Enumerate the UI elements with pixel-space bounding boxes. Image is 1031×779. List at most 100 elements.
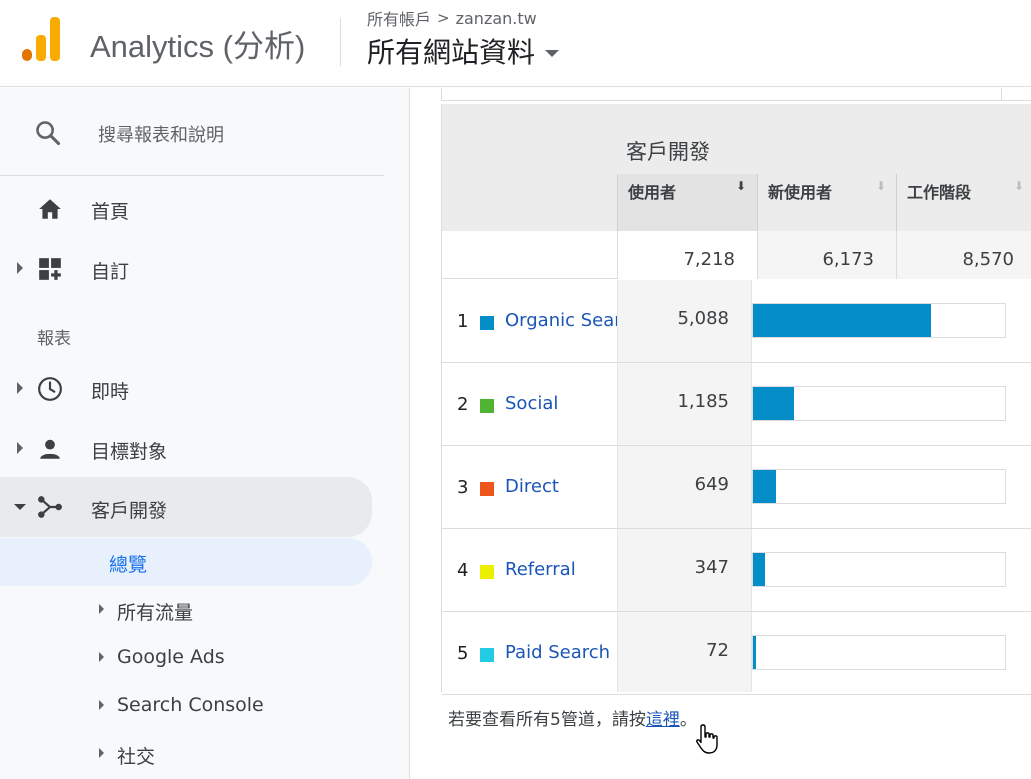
- legend-swatch: [480, 648, 494, 662]
- search-box[interactable]: 搜尋報表和說明: [0, 88, 384, 176]
- header-divider: [340, 18, 341, 66]
- total-users-cell: 7,218: [617, 231, 757, 279]
- sidebar-item-label: 首頁: [91, 201, 130, 223]
- sidebar-item-label: 即時: [91, 381, 130, 403]
- row-rank: 5: [457, 643, 469, 664]
- dashboard-add-icon: [39, 258, 61, 280]
- column-header-sessions[interactable]: 工作階段 ⬇: [896, 174, 1031, 231]
- sidebar: 搜尋報表和說明 首頁 自訂 報表 即時 目標對象 客戶開發 總覽 所有流量 Go…: [0, 88, 410, 779]
- table-row: 1 Organic Search 5,088: [442, 280, 1031, 363]
- table-header: 客戶開發 使用者 ⬇ 新使用者 ⬇ 工作階段 ⬇: [442, 104, 1031, 231]
- sort-desc-icon[interactable]: ⬇: [736, 179, 746, 193]
- property-selector[interactable]: 所有網站資料: [367, 31, 560, 71]
- section-label-reports: 報表: [37, 329, 71, 349]
- sort-icon[interactable]: ⬇: [876, 179, 886, 193]
- chevron-right-icon: [99, 700, 104, 710]
- hand-cursor-icon: [696, 724, 718, 754]
- sidebar-item-label: 目標對象: [91, 441, 168, 463]
- person-icon: [40, 439, 60, 459]
- search-icon: [36, 121, 61, 146]
- chevron-right-icon: [17, 442, 23, 454]
- sidebar-subitem-social[interactable]: 社交: [0, 730, 372, 778]
- sidebar-item-customization[interactable]: 自訂: [0, 244, 372, 292]
- property-name: 所有網站資料: [367, 36, 536, 69]
- row-rank: 4: [457, 560, 469, 581]
- sidebar-subitem-label: 社交: [117, 746, 156, 768]
- sidebar-subitem-all-traffic[interactable]: 所有流量: [0, 586, 372, 634]
- sidebar-subitem-label: Search Console: [117, 694, 264, 716]
- total-sessions-cell: 8,570: [896, 231, 1031, 279]
- users-bar-track: [752, 386, 1006, 421]
- legend-swatch: [480, 399, 494, 413]
- app-header: Analytics (分析) 所有帳戶 > zanzan.tw 所有網站資料: [0, 0, 1031, 87]
- sidebar-subitem-search-console[interactable]: Search Console: [0, 682, 372, 730]
- analytics-logo-icon[interactable]: [22, 17, 64, 61]
- total-new-users: 6,173: [822, 249, 874, 270]
- chevron-right-icon: [99, 748, 104, 758]
- row-rank: 1: [457, 311, 469, 332]
- view-all-note: 若要查看所有5管道，請按這裡。: [448, 705, 697, 730]
- users-bar-track: [752, 303, 1006, 338]
- breadcrumb-account: 所有帳戶: [367, 10, 432, 29]
- chevron-right-icon: [17, 382, 23, 394]
- legend-swatch: [480, 316, 494, 330]
- sidebar-subitem-label: 總覽: [109, 554, 148, 576]
- sidebar-subitem-google-ads[interactable]: Google Ads: [0, 634, 372, 682]
- users-value: 5,088: [677, 308, 729, 329]
- sidebar-subitem-label: 所有流量: [117, 602, 194, 624]
- app-title: Analytics (分析): [90, 29, 306, 64]
- sidebar-subitem-label: Google Ads: [117, 646, 225, 668]
- chevron-down-icon: [545, 49, 560, 57]
- table-body: 1 Organic Search 5,088 2 Social 1,185 3 …: [442, 280, 1031, 695]
- sidebar-item-label: 自訂: [91, 261, 130, 283]
- users-bar-track: [752, 469, 1006, 504]
- users-value: 649: [694, 474, 729, 495]
- home-icon: [39, 199, 61, 219]
- sidebar-subitem-overview[interactable]: 總覽: [0, 538, 372, 586]
- column-header-new-users[interactable]: 新使用者 ⬇: [757, 174, 896, 231]
- view-all-link[interactable]: 這裡: [646, 710, 680, 730]
- view-all-prefix: 若要查看所有5管道，請按: [448, 710, 646, 730]
- channel-link[interactable]: Social: [505, 393, 617, 414]
- table-row: 2 Social 1,185: [442, 363, 1031, 446]
- table-row: 4 Referral 347: [442, 529, 1031, 612]
- table-row: 5 Paid Search 72: [442, 612, 1031, 695]
- sidebar-item-acquisition[interactable]: 客戶開發: [0, 477, 372, 537]
- users-value: 347: [694, 557, 729, 578]
- users-value: 1,185: [677, 391, 729, 412]
- clock-icon: [38, 377, 62, 401]
- sidebar-item-audience[interactable]: 目標對象: [0, 424, 372, 472]
- column-header-label: 使用者: [628, 183, 677, 202]
- legend-swatch: [480, 482, 494, 496]
- users-bar: [753, 636, 756, 669]
- row-rank: 3: [457, 477, 469, 498]
- channel-link[interactable]: Referral: [505, 559, 617, 580]
- channel-link[interactable]: Direct: [505, 476, 617, 497]
- sort-icon[interactable]: ⬇: [1014, 179, 1024, 193]
- users-bar-track: [752, 635, 1006, 670]
- breadcrumb[interactable]: 所有帳戶 > zanzan.tw: [367, 6, 537, 30]
- column-header-users[interactable]: 使用者 ⬇: [617, 174, 757, 231]
- row-rank: 2: [457, 394, 469, 415]
- chevron-right-icon: [99, 652, 104, 662]
- total-sessions: 8,570: [962, 249, 1014, 270]
- users-value: 72: [706, 640, 729, 661]
- sidebar-item-home[interactable]: 首頁: [0, 184, 372, 232]
- totals-row: 7,218 6,173 8,570: [442, 231, 1031, 279]
- users-bar: [753, 387, 794, 420]
- channel-link[interactable]: Organic Search: [505, 310, 617, 331]
- table-row: 3 Direct 649: [442, 446, 1031, 529]
- users-bar: [753, 553, 765, 586]
- channel-link[interactable]: Paid Search: [505, 642, 617, 663]
- users-bar: [753, 470, 776, 503]
- previous-panel-edge: [441, 88, 1031, 101]
- acquisition-icon: [38, 496, 62, 518]
- main-content: 客戶開發 使用者 ⬇ 新使用者 ⬇ 工作階段 ⬇ 7,218 6,173 8,5: [411, 88, 1031, 779]
- chevron-down-icon: [14, 504, 26, 510]
- legend-swatch: [480, 565, 494, 579]
- breadcrumb-site: zanzan.tw: [455, 8, 537, 28]
- acquisition-table: 客戶開發 使用者 ⬇ 新使用者 ⬇ 工作階段 ⬇ 7,218 6,173 8,5: [441, 104, 1031, 695]
- sidebar-item-realtime[interactable]: 即時: [0, 364, 372, 412]
- users-bar: [753, 304, 931, 337]
- column-header-label: 新使用者: [768, 183, 833, 202]
